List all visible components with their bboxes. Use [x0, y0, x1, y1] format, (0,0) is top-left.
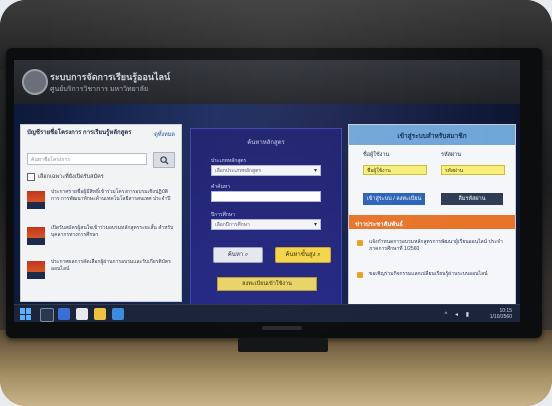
- announcement-text[interactable]: ขอเชิญร่วมกิจกรรมแลกเปลี่ยนเรียนรู้ผ่านร…: [369, 271, 507, 278]
- year-select[interactable]: เลือกปีการศึกษา ▾: [211, 219, 321, 230]
- monitor-screen: ระบบการจัดการเรียนรู้ออนไลน์ ศูนย์บริการ…: [14, 60, 520, 322]
- photo-frame: ระบบการจัดการเรียนรู้ออนไลน์ ศูนย์บริการ…: [0, 0, 552, 406]
- browser-icon[interactable]: [76, 308, 88, 320]
- course-list-panel: บัญชีรายชื่อโครงการ การเรียนรู้หลักสูตร …: [20, 124, 182, 302]
- news-text[interactable]: เปิดรับสมัครผู้สนใจเข้าร่วมอบรมหลักสูตรร…: [51, 225, 175, 239]
- file-explorer-icon[interactable]: [94, 308, 106, 320]
- advanced-search-label: ค้นหาขั้นสูง: [285, 252, 316, 258]
- category-select[interactable]: เลือกประเภทหลักสูตร ▾: [211, 165, 321, 176]
- monitor-stand: [238, 338, 328, 352]
- site-subtitle: ศูนย์บริการวิชาการ มหาวิทยาลัย: [50, 86, 149, 93]
- announcement-text[interactable]: แจ้งกำหนดการอบรมหลักสูตรการพัฒนาผู้เรียน…: [369, 239, 507, 253]
- forgot-password-button[interactable]: ลืมรหัสผ่าน: [441, 193, 503, 205]
- news-item[interactable]: ประกาศผลการคัดเลือกผู้ผ่านการอบรมและรับเ…: [27, 259, 177, 285]
- search-icon: ⌕: [317, 252, 321, 258]
- register-button[interactable]: ลงทะเบียนเข้าใช้งาน: [217, 277, 317, 291]
- course-search-panel: ค้นหาหลักสูตร ประเภทหลักสูตร เลือกประเภท…: [190, 128, 342, 312]
- news-thumbnail: [27, 227, 45, 245]
- search-button-label: ค้นหา: [227, 252, 244, 258]
- search-icon: ⌕: [244, 252, 249, 258]
- news-thumbnail: [27, 261, 45, 279]
- keyword-label: คำค้นหา: [211, 184, 231, 190]
- announcement-item[interactable]: ขอเชิญร่วมกิจกรรมแลกเปลี่ยนเรียนรู้ผ่านร…: [357, 271, 507, 289]
- keyword-input[interactable]: [211, 191, 321, 202]
- news-text[interactable]: ประกาศรายชื่อผู้มีสิทธิ์เข้าร่วมโครงการอ…: [51, 189, 175, 203]
- taskbar-clock[interactable]: 10:15 1/10/2560: [490, 308, 512, 320]
- password-field[interactable]: รหัสผ่าน: [441, 165, 505, 175]
- advanced-search-button[interactable]: ค้นหาขั้นสูง ⌕: [275, 247, 331, 263]
- password-label: รหัสผ่าน: [441, 152, 462, 158]
- monitor-brand-logo: [262, 326, 302, 330]
- task-view-icon[interactable]: [58, 308, 70, 320]
- bullet-icon: [357, 272, 363, 278]
- chevron-down-icon: ▾: [313, 168, 317, 174]
- login-panel-title: เข้าสู่ระบบสำหรับสมาชิก: [397, 133, 467, 140]
- year-label: ปีการศึกษา: [211, 212, 235, 218]
- course-list-title: บัญชีรายชื่อโครงการ การเรียนรู้หลักสูตร: [27, 130, 132, 136]
- category-select-value: เลือกประเภทหลักสูตร: [215, 168, 262, 174]
- checkbox-box[interactable]: [27, 173, 35, 181]
- site-header: ระบบการจัดการเรียนรู้ออนไลน์ ศูนย์บริการ…: [14, 60, 520, 104]
- view-all-link[interactable]: ดูทั้งหมด: [154, 131, 175, 139]
- username-label: ชื่อผู้ใช้งาน: [363, 152, 390, 158]
- open-only-checkbox[interactable]: เลือกเฉพาะที่ยังเปิดรับสมัคร: [27, 173, 104, 181]
- news-text[interactable]: ประกาศผลการคัดเลือกผู้ผ่านการอบรมและรับเ…: [51, 259, 175, 273]
- login-button[interactable]: เข้าสู่ระบบ / ลงทะเบียน: [363, 193, 425, 205]
- course-search-input[interactable]: ค้นหาชื่อโครงการ: [27, 153, 147, 165]
- chevron-down-icon: ▾: [313, 222, 317, 228]
- clock-date: 1/10/2560: [489, 314, 512, 320]
- announcement-title: ข่าวประชาสัมพันธ์: [355, 222, 403, 228]
- news-item[interactable]: เปิดรับสมัครผู้สนใจเข้าร่วมอบรมหลักสูตรร…: [27, 225, 177, 251]
- bullet-icon: [357, 240, 363, 246]
- category-label: ประเภทหลักสูตร: [211, 158, 247, 164]
- windows-taskbar: ^ ◂ ▮ 10:15 1/10/2560: [14, 304, 520, 322]
- site-logo-icon: [22, 69, 48, 95]
- windows-start-icon[interactable]: [20, 308, 32, 320]
- system-tray[interactable]: ^ ◂ ▮: [445, 311, 472, 318]
- store-icon[interactable]: [112, 308, 124, 320]
- announcement-bar: ข่าวประชาสัมพันธ์: [349, 215, 515, 229]
- site-title: ระบบการจัดการเรียนรู้ออนไลน์: [50, 72, 171, 82]
- username-field[interactable]: ชื่อผู้ใช้งาน: [363, 165, 427, 175]
- news-item[interactable]: ประกาศรายชื่อผู้มีสิทธิ์เข้าร่วมโครงการอ…: [27, 189, 177, 215]
- login-panel: เข้าสู่ระบบสำหรับสมาชิก ชื่อผู้ใช้งาน รห…: [348, 124, 516, 308]
- checkbox-label: เลือกเฉพาะที่ยังเปิดรับสมัคร: [38, 174, 104, 180]
- news-thumbnail: [27, 191, 45, 209]
- magnifier-icon: [159, 155, 169, 165]
- search-icon[interactable]: [40, 308, 54, 322]
- course-search-button[interactable]: [153, 152, 175, 168]
- year-select-value: เลือกปีการศึกษา: [215, 222, 250, 228]
- announcement-item[interactable]: แจ้งกำหนดการอบรมหลักสูตรการพัฒนาผู้เรียน…: [357, 239, 507, 267]
- login-panel-header: เข้าสู่ระบบสำหรับสมาชิก: [349, 125, 515, 145]
- search-button[interactable]: ค้นหา ⌕: [213, 247, 263, 263]
- search-panel-title: ค้นหาหลักสูตร: [247, 140, 285, 146]
